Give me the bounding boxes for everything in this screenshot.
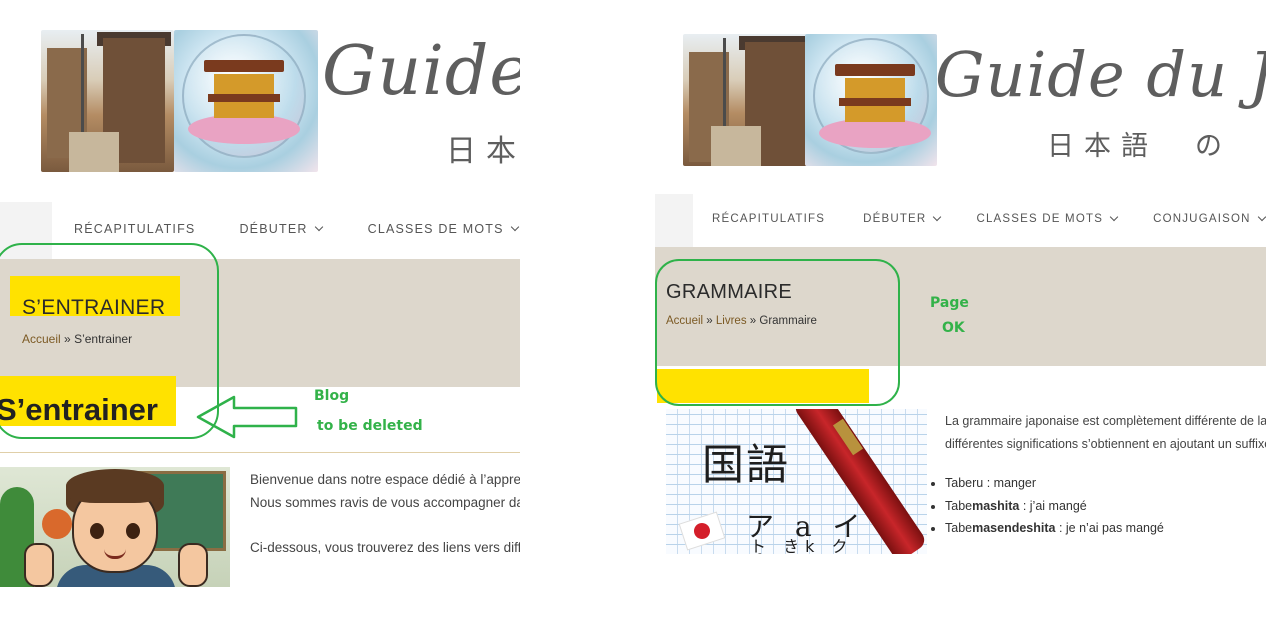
nav-item-recapitulatifs[interactable]: RÉCAPITULATIFS: [74, 222, 195, 236]
kanji-image-main-text: 国語: [702, 440, 791, 489]
annotation-green-outline: [655, 259, 900, 406]
heading-divider: [0, 452, 520, 453]
grammar-kanji-image: 国語 ア a イ i ウ ト きk ク: [666, 409, 927, 554]
nav-item-conjugaison[interactable]: CONJUGAISON: [1153, 212, 1266, 225]
intro-line-2: Nous sommes ravis de vous accompagner da: [250, 495, 520, 510]
main-nav: RÉCAPITULATIFS DÉBUTER CLASSES DE MOTS C…: [712, 212, 1266, 225]
japan-flag-icon: [678, 511, 726, 551]
annotation-arrow-left-icon: [196, 395, 298, 439]
main-nav: RÉCAPITULATIFS DÉBUTER CLASSES DE MOTS: [74, 222, 519, 236]
chevron-down-icon: [933, 212, 942, 222]
annotation-note-line2: to be deleted: [317, 418, 423, 434]
annotation-note-line1: Blog: [314, 388, 350, 404]
nav-item-debuter[interactable]: DÉBUTER: [863, 212, 942, 225]
intro-line-2: différentes significations s’obtiennent …: [945, 437, 1266, 451]
annotation-green-outline: [0, 243, 219, 439]
intro-line-1: La grammaire japonaise est complètement …: [945, 414, 1266, 428]
nav-item-classes-de-mots[interactable]: CLASSES DE MOTS: [976, 212, 1119, 225]
site-subtitle: 日本語 の: [1047, 131, 1232, 162]
site-title[interactable]: Guide: [322, 32, 520, 111]
annotation-note-line2: OK: [942, 320, 965, 336]
avatar-illustration: [0, 467, 230, 587]
chevron-down-icon: [1109, 212, 1119, 222]
right-screenshot-panel: Guide du Ja 日本語 の RÉCAPITULATIFS DÉBUTER…: [655, 0, 1266, 626]
list-item: Tabemasendeshita : je n’ai pas mangé: [945, 517, 1164, 540]
kanji-image-romaji-text: ト きk ク: [750, 537, 854, 554]
nav-left-spacer: [655, 194, 693, 247]
example-list: Taberu : manger Tabemashita : j’ai mangé…: [931, 472, 1164, 540]
site-subtitle: 日本: [446, 134, 520, 169]
chevron-down-icon: [1257, 212, 1266, 222]
intro-line-1: Bienvenue dans notre espace dédié à l’ap…: [250, 472, 520, 487]
temple-orb-logo-image: [174, 30, 318, 172]
site-title[interactable]: Guide du Ja: [935, 38, 1266, 111]
list-item: Taberu : manger: [945, 472, 1164, 495]
street-logo-image: [683, 34, 807, 166]
intro-line-3: Ci-dessous, vous trouverez des liens ver…: [250, 540, 520, 555]
list-item: Tabemashita : j’ai mangé: [945, 495, 1164, 518]
nav-item-classes-de-mots[interactable]: CLASSES DE MOTS: [368, 222, 519, 236]
street-logo-image: [41, 30, 174, 172]
temple-orb-logo-image: [805, 34, 937, 166]
nav-item-debuter[interactable]: DÉBUTER: [239, 222, 323, 236]
annotation-note-line1: Page: [930, 295, 969, 311]
chevron-down-icon: [314, 222, 323, 232]
chevron-down-icon: [510, 222, 519, 232]
left-screenshot-panel: Guide 日本 RÉCAPITULATIFS DÉBUTER CLASSES …: [0, 0, 520, 626]
nav-item-recapitulatifs[interactable]: RÉCAPITULATIFS: [712, 213, 825, 225]
